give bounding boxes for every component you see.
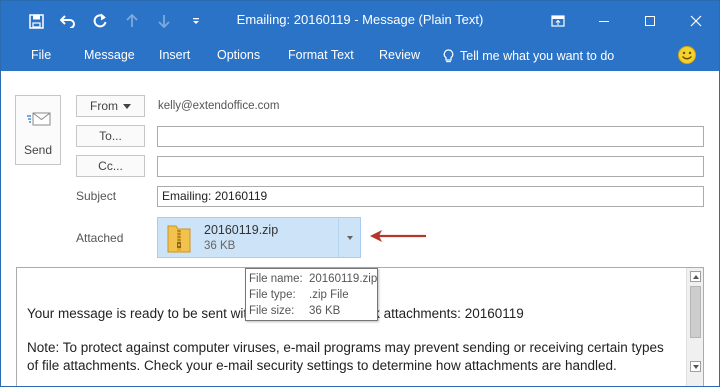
- attached-label: Attached: [76, 231, 124, 245]
- feedback-smiley-icon[interactable]: [677, 45, 697, 65]
- up-arrow-icon[interactable]: [117, 6, 147, 36]
- attachment-name: 20160119.zip: [204, 223, 279, 237]
- down-arrow-icon[interactable]: [149, 6, 179, 36]
- cc-field[interactable]: [157, 156, 704, 177]
- compose-area: Send From kelly@extendoffice.com To... C…: [1, 71, 719, 386]
- send-envelope-icon: [27, 110, 51, 133]
- tab-options[interactable]: Options: [217, 48, 260, 62]
- send-label: Send: [23, 143, 53, 157]
- tooltip-type-value: .zip File: [309, 289, 349, 301]
- tab-message[interactable]: Message: [84, 48, 135, 62]
- attachment-chip[interactable]: 20160119.zip 36 KB: [157, 217, 361, 258]
- minimize-icon[interactable]: [581, 1, 627, 41]
- from-address: kelly@extendoffice.com: [158, 100, 280, 112]
- title-bar: Emailing: 20160119 - Message (Plain Text…: [1, 1, 719, 41]
- tooltip-name-value: 20160119.zip: [309, 273, 378, 285]
- body-line-3: of file attachments. Check your e-mail s…: [27, 358, 617, 373]
- close-icon[interactable]: [673, 1, 719, 41]
- scroll-down-button[interactable]: [690, 361, 701, 372]
- tooltip-type-key: File type:: [249, 289, 296, 301]
- tell-me-label: Tell me what you want to do: [460, 49, 615, 63]
- scroll-thumb[interactable]: [690, 286, 701, 338]
- tooltip-row-size: File size: 36 KB: [249, 303, 377, 319]
- scroll-up-button[interactable]: [690, 271, 701, 282]
- to-field[interactable]: [157, 126, 704, 147]
- tooltip-name-key: File name:: [249, 273, 303, 285]
- tab-format-text[interactable]: Format Text: [288, 48, 354, 62]
- attachment-tooltip: File name: 20160119.zip File type: .zip Fi…: [245, 268, 378, 321]
- attachment-dropdown-button[interactable]: [338, 218, 361, 257]
- chevron-down-icon: [692, 364, 699, 369]
- attachment-size: 36 KB: [204, 240, 236, 252]
- body-scrollbar[interactable]: [686, 268, 703, 386]
- quick-access-toolbar: [1, 1, 211, 41]
- undo-icon[interactable]: [53, 6, 83, 36]
- tooltip-row-type: File type: .zip File: [249, 287, 377, 303]
- to-button[interactable]: To...: [76, 125, 145, 147]
- tell-me-search[interactable]: Tell me what you want to do: [443, 45, 614, 67]
- lightbulb-icon: [443, 48, 454, 62]
- annotation-arrow-icon: [369, 229, 429, 246]
- tab-insert[interactable]: Insert: [159, 48, 190, 62]
- tab-review[interactable]: Review: [379, 48, 420, 62]
- body-line-2: Note: To protect against computer viruse…: [27, 340, 664, 355]
- redo-icon[interactable]: [85, 6, 115, 36]
- subject-label: Subject: [76, 189, 117, 203]
- ribbon-display-options-icon[interactable]: [535, 1, 581, 41]
- ribbon-tabs: File Message Insert Options Format Text …: [1, 41, 719, 71]
- subject-field[interactable]: Emailing: 20160119: [157, 186, 704, 207]
- tooltip-size-key: File size:: [249, 305, 295, 317]
- save-icon[interactable]: [21, 6, 51, 36]
- customize-dropdown-icon[interactable]: [181, 6, 211, 36]
- window-controls: [535, 1, 719, 41]
- chevron-up-icon: [692, 274, 699, 279]
- tooltip-size-value: 36 KB: [309, 305, 341, 317]
- send-button[interactable]: Send: [15, 95, 61, 165]
- tooltip-row-name: File name: 20160119.zip: [249, 271, 377, 287]
- from-button[interactable]: From: [76, 95, 145, 117]
- cc-button[interactable]: Cc...: [76, 155, 145, 177]
- chevron-down-icon: [347, 235, 353, 240]
- message-window: Emailing: 20160119 - Message (Plain Text…: [0, 0, 720, 387]
- maximize-icon[interactable]: [627, 1, 673, 41]
- chevron-down-icon: [123, 103, 131, 109]
- zip-file-icon: [167, 223, 191, 256]
- from-label: From: [90, 99, 118, 113]
- tab-file[interactable]: File: [31, 48, 51, 62]
